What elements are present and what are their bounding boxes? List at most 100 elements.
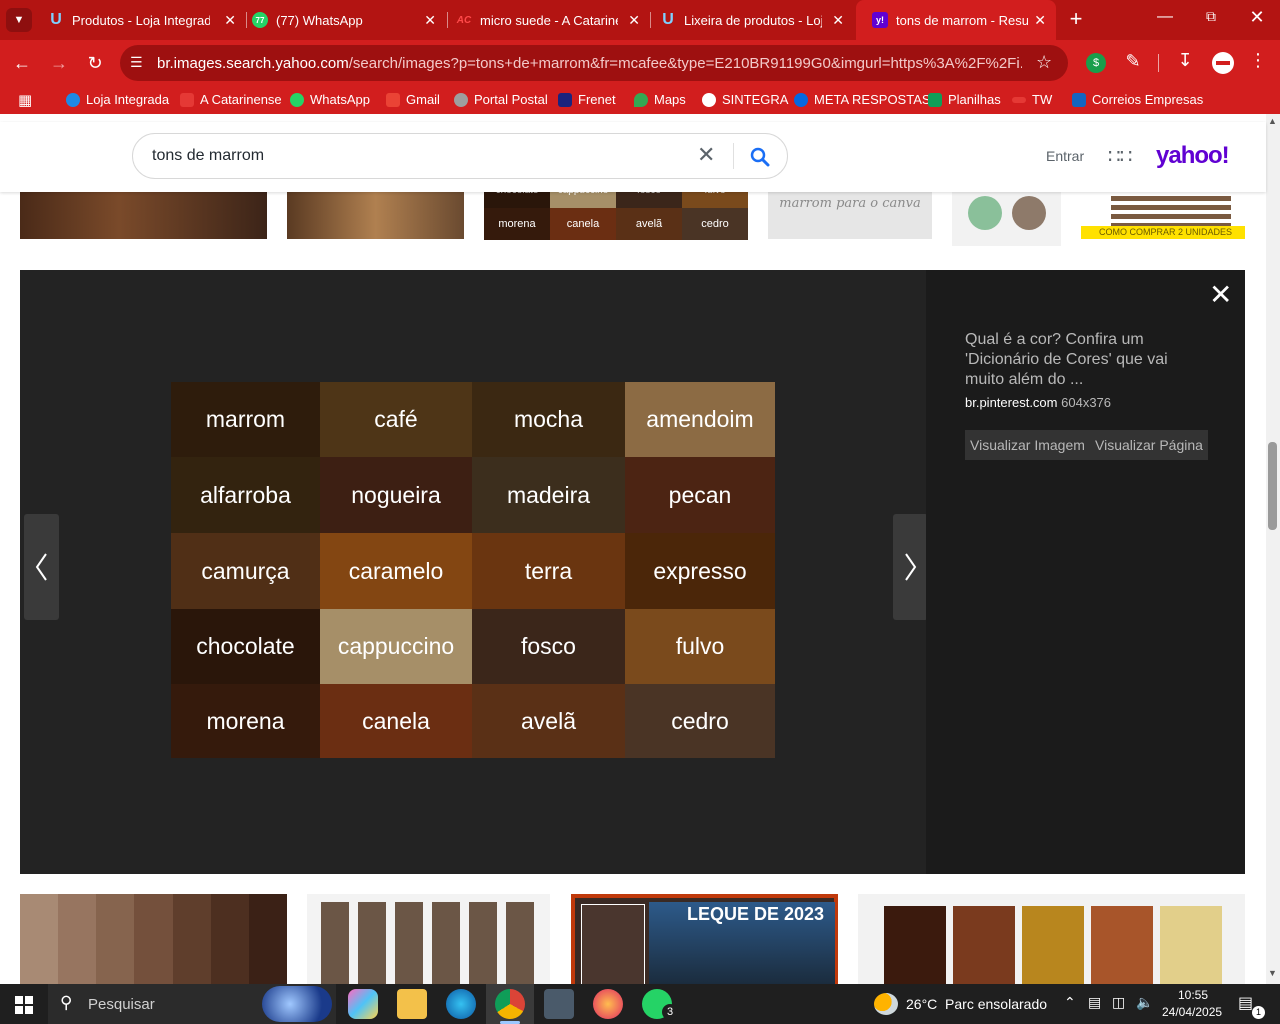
view-image-button[interactable]: Visualizar Imagem xyxy=(965,430,1090,460)
thumb-living-room-1[interactable] xyxy=(20,192,267,239)
color-swatch-4-0: morena xyxy=(171,684,320,758)
tray-chevron-up-icon[interactable]: ⌃ xyxy=(1064,994,1076,1011)
bookmark-whatsapp[interactable]: WhatsApp xyxy=(290,92,370,107)
stripe xyxy=(248,894,287,984)
a-catarinense-icon: AC xyxy=(456,14,472,26)
close-tab-icon[interactable]: ✕ xyxy=(1034,12,1046,29)
thumb-gradient-browns[interactable] xyxy=(20,894,287,984)
tab-whatsapp[interactable]: 77 (77) WhatsApp ✕ xyxy=(236,0,446,40)
bookmark-tw[interactable]: TW xyxy=(1012,92,1052,107)
bookmark-planilhas[interactable]: Planilhas xyxy=(928,92,1001,107)
leque-title: LEQUE DE 2023 xyxy=(687,904,825,924)
tab-search-button[interactable]: ▼ xyxy=(6,8,32,32)
forward-button[interactable]: → xyxy=(44,48,74,78)
close-viewer-icon[interactable]: ✕ xyxy=(1209,278,1232,311)
search-box[interactable]: tons de marrom ✕ xyxy=(132,133,788,179)
bookmark-portal-postal[interactable]: Portal Postal xyxy=(454,92,548,107)
clock-date[interactable]: 24/04/2025 xyxy=(1162,1005,1222,1019)
product-rows xyxy=(1111,196,1231,226)
volume-icon[interactable]: 🔈 xyxy=(1136,994,1153,1011)
profile-avatar[interactable] xyxy=(1212,52,1234,74)
search-divider xyxy=(733,143,734,169)
battery-icon[interactable]: ◫ xyxy=(1112,994,1125,1011)
bookmark-a-catarinense[interactable]: A Catarinense xyxy=(180,92,282,107)
browser-extension-icon[interactable]: $ xyxy=(1086,53,1106,73)
weather-icon[interactable] xyxy=(874,993,898,1015)
new-tab-button[interactable]: + xyxy=(1064,8,1088,32)
yahoo-logo[interactable]: yahoo! xyxy=(1156,142,1230,170)
color-swatch-3-3: fulvo xyxy=(625,609,775,684)
address-bar[interactable]: ☰ br.images.search.yahoo.com/search/imag… xyxy=(120,45,1068,81)
clear-search-icon[interactable]: ✕ xyxy=(697,142,715,168)
signin-link[interactable]: Entrar xyxy=(1046,148,1084,164)
taskbar-search[interactable]: ⚲ Pesquisar xyxy=(48,984,336,1024)
bookmark-meta-respostas[interactable]: META RESPOSTAS xyxy=(794,92,931,107)
thumb-living-room-2[interactable] xyxy=(287,192,464,239)
tab-loja-integrada[interactable]: U Produtos - Loja Integrada ✕ xyxy=(32,0,246,40)
bookmark-maps[interactable]: Maps xyxy=(634,92,686,107)
next-image-button[interactable] xyxy=(893,514,928,620)
file-explorer-icon[interactable] xyxy=(397,989,427,1019)
reload-button[interactable]: ↻ xyxy=(80,48,110,78)
windows-start-icon[interactable] xyxy=(15,996,33,1014)
thumb-swatch: canela xyxy=(550,208,616,240)
scroll-up-icon[interactable]: ▲ xyxy=(1268,116,1277,126)
close-tab-icon[interactable]: ✕ xyxy=(832,12,844,29)
thumb-circles[interactable] xyxy=(952,192,1061,246)
chevron-down-icon: ▼ xyxy=(13,14,25,26)
search-icon: ⚲ xyxy=(60,993,73,1012)
thumb-color-catalog[interactable] xyxy=(307,894,550,984)
extensions-puzzle-icon[interactable]: ✎ xyxy=(1122,51,1144,73)
download-icon[interactable]: ↧ xyxy=(1174,50,1196,74)
taskbar-search-text: Pesquisar xyxy=(88,996,155,1013)
back-button[interactable]: ← xyxy=(7,48,37,78)
tab-a-catarinense[interactable]: AC micro suede - A Catarinense ✕ xyxy=(440,0,650,40)
close-tab-icon[interactable]: ✕ xyxy=(424,12,436,29)
scroll-down-icon[interactable]: ▼ xyxy=(1268,968,1277,978)
bookmark-gmail[interactable]: Gmail xyxy=(386,92,440,107)
thumb-swatch-grid[interactable]: chocolate cappuccino fosco fulvo morena … xyxy=(484,184,748,250)
color-swatch-3-0: chocolate xyxy=(171,609,320,684)
maps-pin-icon xyxy=(634,92,648,107)
arrow-left-icon: ← xyxy=(13,52,31,73)
apps-grid-icon[interactable]: ▦ xyxy=(18,91,32,109)
apps-grid-icon[interactable]: ∷∷ xyxy=(1108,144,1132,169)
bookmark-star-icon[interactable]: ☆ xyxy=(1036,52,1052,73)
chrome-icon[interactable] xyxy=(495,989,525,1019)
bookmark-sintegra[interactable]: SINTEGRA xyxy=(702,92,788,107)
search-icon[interactable] xyxy=(750,147,770,167)
thumb-product[interactable]: COMO COMPRAR 2 UNIDADES xyxy=(1081,192,1245,239)
bookmark-frenet[interactable]: Frenet xyxy=(558,92,616,107)
edge-icon[interactable] xyxy=(446,989,476,1019)
site-info-icon[interactable]: ☰ xyxy=(130,54,143,71)
notification-icon[interactable]: ▤ xyxy=(1238,993,1253,1013)
bookmark-correios-empresas[interactable]: Correios Empresas xyxy=(1072,92,1203,107)
close-window-button[interactable]: ✕ xyxy=(1242,7,1272,31)
thumb-palette-5[interactable] xyxy=(858,894,1245,984)
search-input[interactable]: tons de marrom xyxy=(152,147,264,165)
copilot-icon[interactable] xyxy=(348,989,378,1019)
prev-image-button[interactable] xyxy=(24,514,59,620)
view-page-button[interactable]: Visualizar Página xyxy=(1090,430,1208,460)
thumb-leque-2023[interactable]: LEQUE DE 2023 xyxy=(571,894,838,984)
restore-button[interactable]: ⧉ xyxy=(1196,8,1226,32)
brown-tones-image: marrom café mocha amendoim alfarroba nogueira… xyxy=(171,382,775,758)
bookmark-loja-integrada[interactable]: Loja Integrada xyxy=(66,92,169,107)
tab-yahoo-active[interactable]: y! tons de marrom - Resultados ✕ xyxy=(856,0,1056,40)
page-scrollbar[interactable]: ▲ ▼ xyxy=(1266,114,1280,984)
tab-lixeira[interactable]: U Lixeira de produtos - Loja ✕ xyxy=(644,0,854,40)
image-caption[interactable]: Qual é a cor? Confira um 'Dicionário de … xyxy=(965,330,1195,390)
weather-text[interactable]: 26°C Parc ensolarado xyxy=(906,996,1047,1012)
scroll-thumb[interactable] xyxy=(1268,442,1277,530)
color-swatch-0-0: marrom xyxy=(171,382,320,457)
thumb-canva[interactable]: marrom para o canva xyxy=(768,192,932,239)
close-tab-icon[interactable]: ✕ xyxy=(224,12,236,29)
source-domain[interactable]: br.pinterest.com xyxy=(965,395,1058,410)
firefox-icon[interactable] xyxy=(593,989,623,1019)
menu-dots-icon[interactable]: ⋮ xyxy=(1248,50,1268,74)
close-tab-icon[interactable]: ✕ xyxy=(628,12,640,29)
minimize-button[interactable]: — xyxy=(1150,8,1180,32)
clock-time[interactable]: 10:55 xyxy=(1178,988,1208,1002)
network-icon[interactable]: ▤ xyxy=(1088,994,1101,1011)
calculator-icon[interactable] xyxy=(544,989,574,1019)
